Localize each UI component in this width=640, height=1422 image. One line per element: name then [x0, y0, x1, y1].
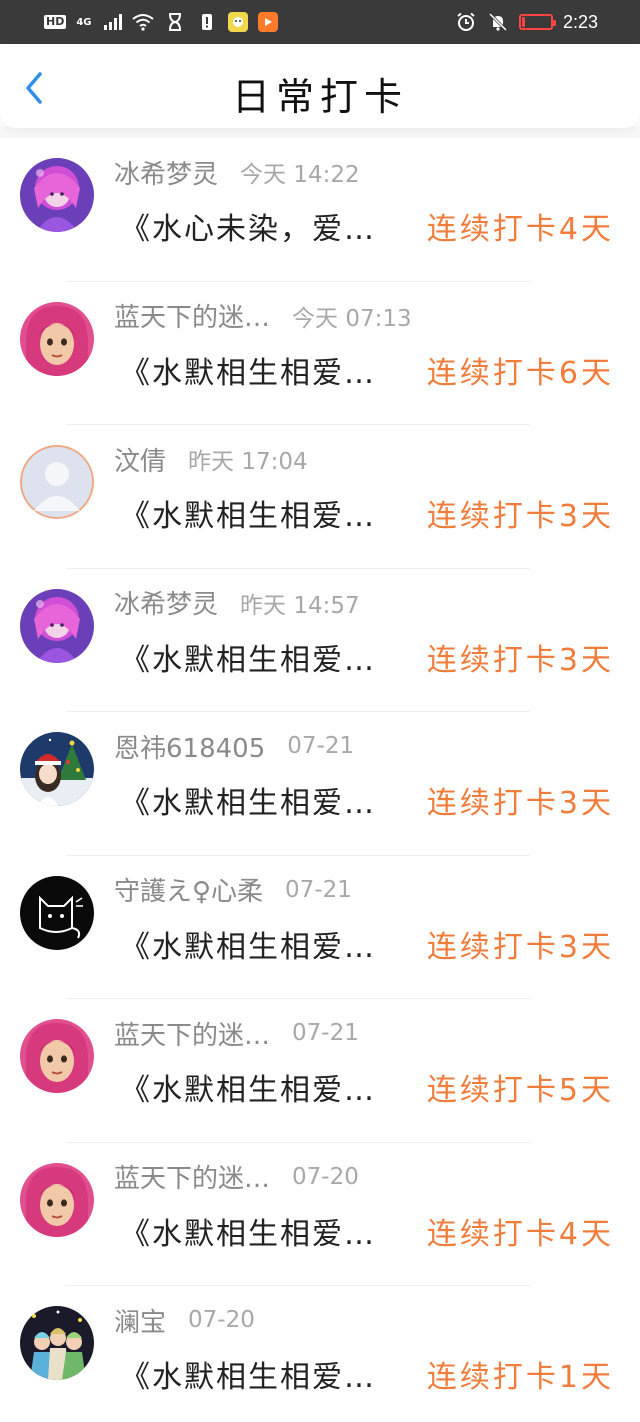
user-name[interactable]: 蓝天下的迷… — [114, 1015, 270, 1052]
name-line: 蓝天下的迷… 07-20 — [114, 1158, 359, 1195]
network-type: 4G — [76, 16, 92, 28]
wifi-icon — [131, 11, 154, 33]
alert-icon — [196, 11, 218, 33]
checkin-time: 07-21 — [285, 876, 352, 903]
user-name[interactable]: 澜宝 — [114, 1302, 166, 1339]
checkin-row[interactable]: 澜宝 07-20 《水默相生相爱… 连续打卡1天 — [0, 1286, 640, 1422]
checkin-time: 昨天 14:57 — [240, 592, 360, 619]
app-header: 日常打卡 — [0, 44, 640, 128]
pink-hair-girl-avatar[interactable] — [20, 1019, 94, 1093]
hd-badge: HD — [44, 15, 67, 29]
video-app-icon — [257, 12, 278, 32]
pink-hair-girl-avatar[interactable] — [20, 301, 94, 376]
alarm-icon — [455, 11, 477, 33]
checkin-time: 今天 07:13 — [292, 305, 412, 332]
checkin-row[interactable]: 蓝天下的迷… 07-20 《水默相生相爱… 连续打卡4天 — [0, 1143, 640, 1286]
streak-label: 连续打卡6天 — [426, 355, 614, 391]
checkin-row[interactable]: 蓝天下的迷… 07-21 《水默相生相爱… 连续打卡5天 — [0, 999, 640, 1143]
app-notification-icon — [227, 12, 248, 32]
name-line: 守護え♀心柔 07-21 — [114, 871, 352, 908]
battery-level — [521, 17, 525, 27]
anime-girl-purple-avatar[interactable] — [20, 588, 94, 663]
hourglass-icon — [164, 11, 186, 33]
user-name[interactable]: 汶倩 — [114, 441, 166, 478]
user-name[interactable]: 冰希梦灵 — [114, 584, 218, 621]
user-name[interactable]: 守護え♀心柔 — [114, 871, 263, 908]
checkin-quote: 《水默相生相爱… — [120, 499, 376, 534]
checkin-quote: 《水默相生相爱… — [120, 1073, 376, 1108]
battery-icon — [518, 14, 556, 30]
black-cat-avatar[interactable] — [20, 875, 94, 950]
checkin-quote: 《水默相生相爱… — [120, 1360, 376, 1395]
name-line: 冰希梦灵 昨天 14:57 — [114, 584, 360, 621]
name-line: 蓝天下的迷… 07-21 — [114, 1015, 359, 1052]
name-line: 冰希梦灵 今天 14:22 — [114, 154, 360, 191]
streak-label: 连续打卡1天 — [426, 1360, 614, 1395]
checkin-row[interactable]: 守護え♀心柔 07-21 《水默相生相爱… 连续打卡3天 — [0, 856, 640, 999]
checkin-quote: 《水默相生相爱… — [120, 929, 376, 965]
streak-label: 连续打卡5天 — [426, 1073, 614, 1108]
anime-girl-purple-avatar[interactable] — [20, 158, 94, 232]
clock-time: 2:23 — [562, 11, 598, 32]
group-anime-avatar[interactable] — [20, 1306, 94, 1380]
status-bar: HD 4G 2:23 — [0, 0, 640, 44]
checkin-list: 冰希梦灵 今天 14:22 《水心未染，爱… 连续打卡4天 蓝天下的迷… 今天 … — [0, 138, 640, 1422]
mute-icon — [487, 11, 509, 33]
checkin-row[interactable]: 汶倩 昨天 17:04 《水默相生相爱… 连续打卡3天 — [0, 425, 640, 569]
checkin-row[interactable]: 冰希梦灵 昨天 14:57 《水默相生相爱… 连续打卡3天 — [0, 569, 640, 712]
streak-label: 连续打卡3天 — [426, 786, 614, 821]
checkin-row[interactable]: 冰希梦灵 今天 14:22 《水心未染，爱… 连续打卡4天 — [0, 138, 640, 282]
name-line: 澜宝 07-20 — [114, 1302, 255, 1339]
checkin-quote: 《水心未染，爱… — [120, 212, 376, 247]
name-line: 蓝天下的迷… 今天 07:13 — [114, 297, 412, 334]
checkin-time: 昨天 17:04 — [188, 449, 308, 475]
checkin-time: 今天 14:22 — [240, 162, 360, 188]
checkin-quote: 《水默相生相爱… — [120, 355, 376, 391]
checkin-row[interactable]: 恩祎618405 07-21 《水默相生相爱… 连续打卡3天 — [0, 712, 640, 856]
user-name[interactable]: 冰希梦灵 — [114, 154, 218, 191]
default-user-avatar[interactable] — [20, 445, 94, 519]
status-bar-right: 2:23 — [455, 0, 598, 44]
checkin-time: 07-21 — [287, 733, 355, 759]
user-name[interactable]: 蓝天下的迷… — [114, 297, 270, 334]
streak-label: 连续打卡4天 — [426, 212, 614, 247]
christmas-girl-avatar[interactable] — [20, 732, 94, 806]
checkin-row[interactable]: 蓝天下的迷… 今天 07:13 《水默相生相爱… 连续打卡6天 — [0, 282, 640, 425]
streak-label: 连续打卡3天 — [426, 499, 614, 534]
name-line: 汶倩 昨天 17:04 — [114, 441, 308, 478]
checkin-quote: 《水默相生相爱… — [120, 786, 376, 821]
checkin-time: 07-20 — [188, 1307, 255, 1333]
streak-label: 连续打卡3天 — [426, 929, 614, 965]
signal-icon — [103, 14, 122, 30]
user-name[interactable]: 恩祎618405 — [114, 728, 265, 765]
checkin-time: 07-20 — [292, 1163, 359, 1190]
name-line: 恩祎618405 07-21 — [114, 728, 355, 765]
streak-label: 连续打卡3天 — [426, 642, 614, 678]
checkin-time: 07-21 — [292, 1020, 359, 1046]
pink-hair-girl-avatar[interactable] — [20, 1162, 94, 1237]
page-title: 日常打卡 — [231, 75, 408, 119]
checkin-quote: 《水默相生相爱… — [120, 1216, 376, 1252]
user-name[interactable]: 蓝天下的迷… — [114, 1158, 270, 1195]
checkin-quote: 《水默相生相爱… — [120, 642, 376, 678]
streak-label: 连续打卡4天 — [426, 1216, 614, 1252]
status-bar-left: HD 4G — [44, 0, 278, 44]
